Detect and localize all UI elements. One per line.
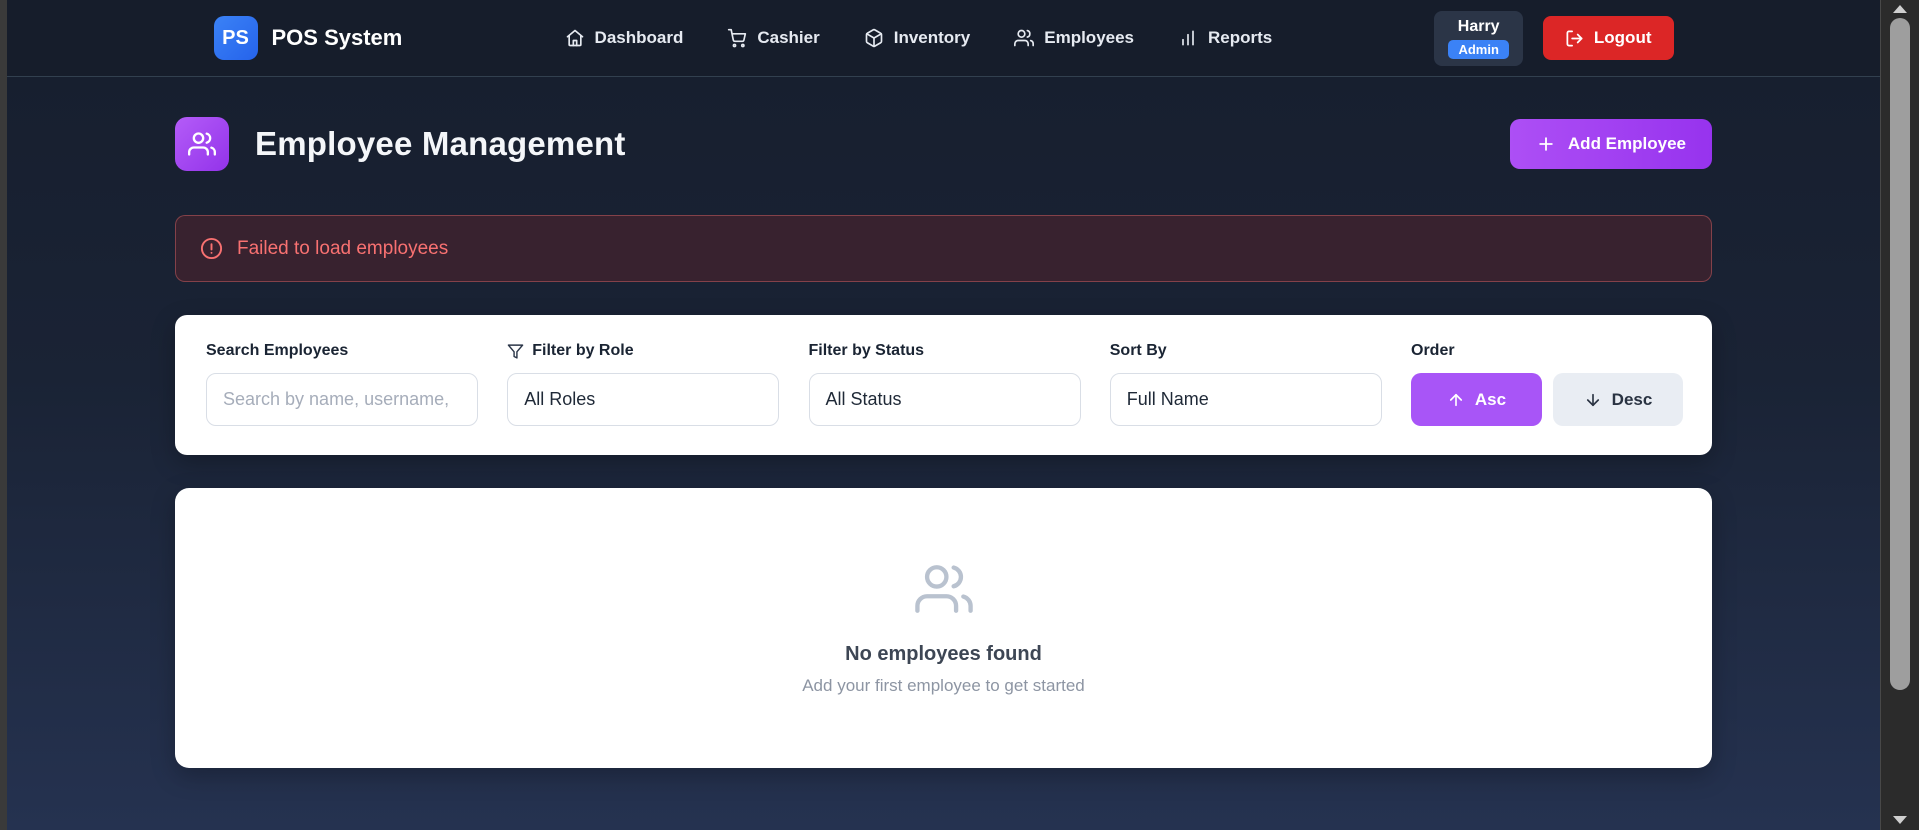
window-frame-left <box>0 0 7 830</box>
logout-button[interactable]: Logout <box>1542 16 1674 60</box>
nav-item-dashboard[interactable]: Dashboard <box>565 28 684 48</box>
filters-card: Search Employees Filter by Role All Role… <box>175 315 1712 455</box>
status-select[interactable]: All Status <box>808 373 1081 426</box>
alert-circle-icon <box>200 237 223 260</box>
error-alert: Failed to load employees <box>175 215 1712 282</box>
arrow-down-icon <box>1586 393 1599 406</box>
arrow-up-icon <box>1449 393 1462 406</box>
search-input[interactable] <box>206 373 478 426</box>
empty-state-subtitle: Add your first employee to get started <box>802 676 1085 695</box>
sort-field: Sort By Full Name <box>1109 342 1382 426</box>
bar-chart-icon <box>1182 30 1194 46</box>
add-employee-label: Add Employee <box>1567 134 1686 153</box>
users-icon <box>188 132 216 156</box>
order-desc-button[interactable]: Desc <box>1553 373 1683 426</box>
nav-label: Cashier <box>757 28 820 47</box>
logout-icon <box>1566 30 1583 46</box>
nav-item-inventory[interactable]: Inventory <box>864 28 971 48</box>
nav-label: Dashboard <box>594 28 684 47</box>
brand-logo: PS <box>213 16 258 60</box>
user-box: Harry Admin <box>1434 10 1523 66</box>
user-name: Harry <box>1457 17 1500 35</box>
main-content: Employee Management Add Employee Failed … <box>7 77 1880 830</box>
logout-label: Logout <box>1593 28 1652 47</box>
top-navbar: PS POS System Dashboard Cashier Inventor… <box>7 0 1880 77</box>
nav-item-employees[interactable]: Employees <box>1014 28 1134 48</box>
home-icon <box>566 29 583 47</box>
nav-label: Inventory <box>893 28 971 47</box>
status-filter-field: Filter by Status All Status <box>808 342 1081 426</box>
brand-title: POS System <box>271 25 403 50</box>
shopping-cart-icon <box>728 28 747 48</box>
box-icon <box>865 28 883 48</box>
employees-page-icon <box>175 117 229 171</box>
order-asc-button[interactable]: Asc <box>1411 373 1542 426</box>
nav-item-cashier[interactable]: Cashier <box>727 28 820 48</box>
role-badge: Admin <box>1448 39 1509 59</box>
funnel-icon <box>507 343 524 359</box>
nav-label: Reports <box>1208 28 1273 47</box>
error-alert-message: Failed to load employees <box>237 237 449 259</box>
sort-label: Sort By <box>1109 342 1167 359</box>
sort-select[interactable]: Full Name <box>1109 373 1382 426</box>
page-title: Employee Management <box>255 125 626 162</box>
role-select[interactable]: All Roles <box>507 373 780 426</box>
users-icon <box>1014 29 1035 47</box>
search-label: Search Employees <box>206 342 349 359</box>
scroll-down-arrow-icon[interactable] <box>1893 816 1907 824</box>
nav-item-reports[interactable]: Reports <box>1178 28 1272 48</box>
plus-icon <box>1539 137 1553 151</box>
nav-right: Harry Admin Logout <box>1434 10 1674 66</box>
main-nav: Dashboard Cashier Inventory Employees Re… <box>565 28 1272 48</box>
brand: PS POS System <box>213 16 403 60</box>
scrollbar[interactable] <box>1880 0 1919 830</box>
empty-state-title: No employees found <box>845 643 1042 665</box>
status-filter-label: Filter by Status <box>808 342 925 359</box>
search-field: Search Employees <box>206 342 478 426</box>
add-employee-button[interactable]: Add Employee <box>1509 119 1712 169</box>
scroll-up-arrow-icon[interactable] <box>1893 5 1907 13</box>
order-label: Order <box>1411 342 1455 359</box>
employee-list-card: No employees found Add your first employ… <box>175 488 1712 768</box>
page-header: Employee Management Add Employee <box>175 117 1712 171</box>
nav-label: Employees <box>1044 28 1135 47</box>
scrollbar-thumb[interactable] <box>1890 18 1910 690</box>
users-icon <box>914 560 973 623</box>
order-field: Order Asc Desc <box>1411 342 1683 426</box>
role-filter-field: Filter by Role All Roles <box>507 342 780 426</box>
app-window: PS POS System Dashboard Cashier Inventor… <box>7 0 1880 830</box>
role-filter-label: Filter by Role <box>507 342 779 360</box>
